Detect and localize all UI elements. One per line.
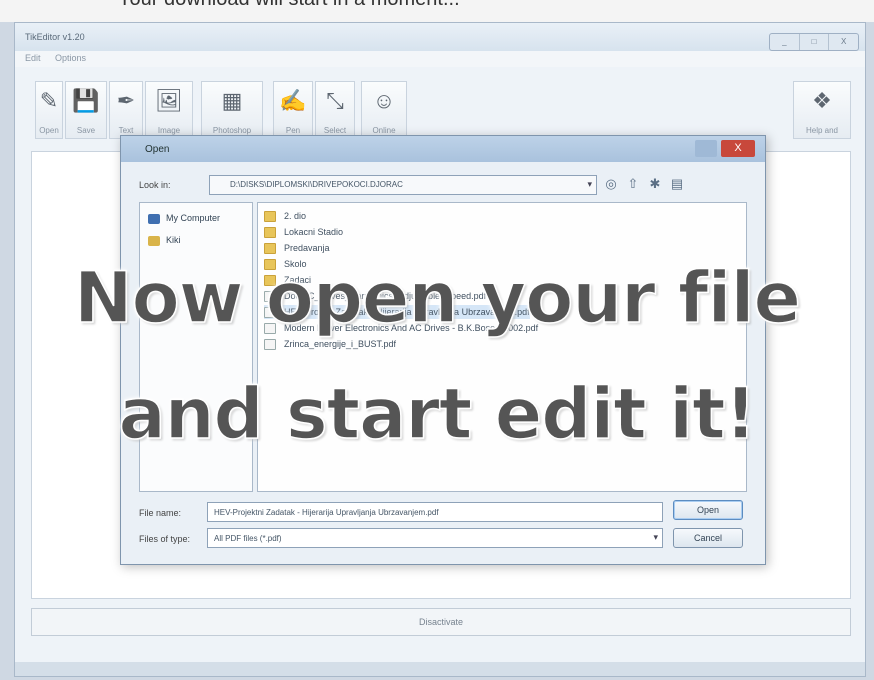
- face-icon: ☺: [372, 88, 396, 113]
- window-controls: _ □ X: [769, 33, 859, 51]
- cancel-button[interactable]: Cancel: [673, 528, 743, 548]
- toolbar-pen-label: Pen: [285, 126, 301, 135]
- new-folder-icon[interactable]: ✱: [647, 176, 663, 192]
- toolbar: ✎ Open 💾 Save ✒ Text 🖼 Image ▦ Photoshop…: [15, 73, 865, 143]
- select-icon: ⤡: [326, 88, 344, 113]
- place-my-computer[interactable]: My Computer: [148, 213, 220, 224]
- overlay-caption-line1: Now open your file: [73, 257, 801, 339]
- menu-edit[interactable]: Edit: [25, 53, 41, 63]
- app-title: TikEditor v1.20: [25, 32, 85, 42]
- photoshop-icon: ▦: [221, 88, 243, 113]
- pen-icon: ✍: [279, 88, 307, 113]
- views-icon[interactable]: ▤: [669, 176, 685, 192]
- file-name-label: File name:: [139, 508, 182, 518]
- bottom-strip: [15, 662, 865, 676]
- toolbar-online-button[interactable]: ☺ Online: [361, 81, 407, 139]
- toolbar-image-label: Image: [157, 126, 181, 135]
- status-bar[interactable]: Disactivate: [31, 608, 851, 636]
- up-folder-icon[interactable]: ⇧: [625, 176, 641, 192]
- file-name: Predavanja: [284, 243, 330, 253]
- toolbar-text-button[interactable]: ✒ Text: [109, 81, 143, 139]
- toolbar-save-label: Save: [76, 126, 96, 135]
- chevron-down-icon: ▾: [653, 532, 658, 542]
- top-caption: Your download will start in a moment...: [0, 0, 874, 22]
- folder-icon: [264, 227, 276, 239]
- list-item[interactable]: 2. dio: [264, 209, 306, 223]
- place-kiki[interactable]: Kiki: [148, 235, 181, 246]
- file-type-label: Files of type:: [139, 534, 191, 544]
- title-bar: TikEditor v1.20 _ □ X: [15, 23, 865, 51]
- pen-doc-icon: ✎: [39, 88, 59, 113]
- list-item[interactable]: Lokacni Stadio: [264, 225, 343, 239]
- folder-icon: [264, 211, 276, 223]
- open-button[interactable]: Open: [673, 500, 743, 520]
- toolbar-open-label: Open: [39, 126, 59, 135]
- open-file-dialog: Open X Look in: D:\DISKS\DIPLOMSKI\DRIVE…: [120, 135, 766, 565]
- folder-icon: [264, 243, 276, 255]
- minimize-button[interactable]: _: [770, 34, 800, 50]
- toolbar-save-button[interactable]: 💾 Save: [65, 81, 107, 139]
- image-icon: 🖼: [155, 88, 183, 113]
- look-in-dropdown[interactable]: D:\DISKS\DIPLOMSKI\DRIVEPOKOCI.DJORAC ▾: [209, 175, 597, 195]
- place-my-computer-label: My Computer: [166, 213, 221, 223]
- toolbar-select-button[interactable]: ⤡ Select: [315, 81, 355, 139]
- toolbar-photoshop-button[interactable]: ▦ Photoshop: [201, 81, 263, 139]
- toolbar-help-button[interactable]: ❖ Help and: [793, 81, 851, 139]
- dialog-title: Open: [145, 144, 170, 155]
- dialog-title-bar: Open X: [121, 136, 765, 162]
- look-in-path: D:\DISKS\DIPLOMSKI\DRIVEPOKOCI.DJORAC: [230, 180, 403, 189]
- look-in-label: Look in:: [139, 180, 171, 190]
- dialog-nav-buttons: ◎ ⇧ ✱ ▤: [603, 176, 685, 192]
- floppy-disk-icon: 💾: [72, 88, 100, 113]
- back-icon[interactable]: ◎: [603, 176, 619, 192]
- menu-bar: Edit Options: [15, 51, 865, 67]
- file-name: Zrinca_energije_i_BUST.pdf: [284, 339, 397, 349]
- list-item[interactable]: Predavanja: [264, 241, 330, 255]
- toolbar-select-label: Select: [323, 126, 347, 135]
- dialog-close-button[interactable]: X: [721, 140, 755, 157]
- list-item[interactable]: Zrinca_energije_i_BUST.pdf: [264, 337, 396, 351]
- file-type-select[interactable]: All PDF files (*.pdf) ▾: [207, 528, 663, 548]
- toolbar-photoshop-label: Photoshop: [212, 126, 252, 135]
- status-text: Disactivate: [418, 617, 463, 627]
- menu-options[interactable]: Options: [55, 53, 86, 63]
- toolbar-online-label: Online: [372, 126, 396, 135]
- toolbar-pen-button[interactable]: ✍ Pen: [273, 81, 313, 139]
- file-name: Lokacni Stadio: [284, 227, 344, 237]
- overlay-caption-line2: and start edit it!: [118, 373, 758, 455]
- computer-icon: [148, 213, 160, 224]
- toolbar-help-label: Help and: [805, 126, 839, 135]
- pdf-file-icon: [264, 339, 276, 351]
- text-tool-icon: ✒: [116, 88, 136, 113]
- top-caption-text: Your download will start in a moment...: [118, 0, 460, 11]
- toolbar-open-button[interactable]: ✎ Open: [35, 81, 63, 139]
- chevron-down-icon: ▾: [587, 179, 592, 189]
- file-name: 2. dio: [284, 211, 307, 221]
- toolbar-image-button[interactable]: 🖼 Image: [145, 81, 193, 139]
- file-name-field[interactable]: HEV-Projektni Zadatak - Hijerarija Uprav…: [207, 502, 663, 522]
- maximize-button[interactable]: □: [800, 34, 830, 50]
- dialog-help-button[interactable]: [695, 140, 717, 157]
- close-button[interactable]: X: [829, 34, 858, 50]
- place-kiki-label: Kiki: [166, 235, 181, 245]
- file-type-value: All PDF files (*.pdf): [214, 534, 282, 543]
- toolbar-text-label: Text: [118, 126, 134, 135]
- user-folder-icon: [148, 235, 160, 246]
- help-icon: ❖: [812, 88, 832, 113]
